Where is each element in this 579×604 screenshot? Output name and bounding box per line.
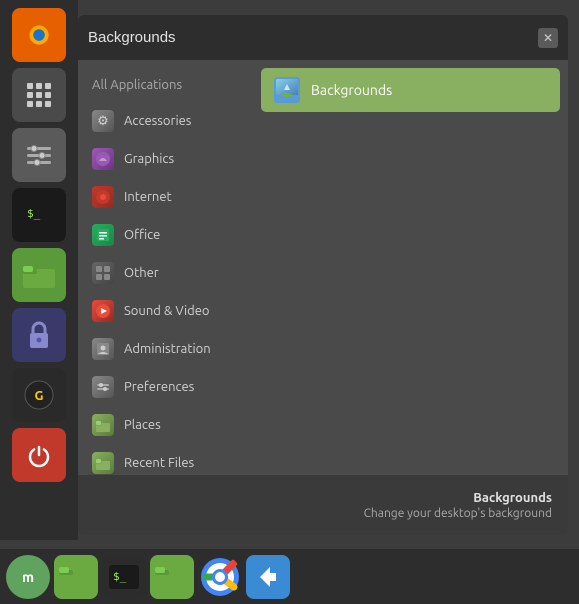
footer-title: Backgrounds [473, 491, 552, 505]
preferences-icon [92, 376, 114, 398]
category-all-applications[interactable]: All Applications [78, 68, 253, 102]
content-area: All Applications ⚙ Accessories Graphics [78, 60, 568, 475]
sidebar: $_ G [0, 0, 78, 540]
svg-text:m: m [22, 569, 34, 585]
office-icon [92, 224, 114, 246]
backgrounds-result-icon [273, 76, 301, 104]
category-accessories[interactable]: ⚙ Accessories [78, 102, 253, 140]
search-input[interactable]: Backgrounds [88, 29, 530, 46]
main-panel: Backgrounds ✕ All Applications ⚙ Accesso… [78, 15, 568, 535]
category-preferences[interactable]: Preferences [78, 368, 253, 406]
category-list: All Applications ⚙ Accessories Graphics [78, 60, 253, 475]
svg-text:$_: $_ [27, 207, 41, 220]
other-icon [92, 262, 114, 284]
category-internet[interactable]: Internet [78, 178, 253, 216]
taskbar-folder[interactable] [54, 555, 98, 599]
taskbar-arrow[interactable] [246, 555, 290, 599]
category-recent-files[interactable]: Recent Files [78, 444, 253, 475]
graphics-label: Graphics [124, 152, 174, 166]
accessories-icon: ⚙ [92, 110, 114, 132]
sidebar-icon-apps[interactable] [12, 68, 66, 122]
all-applications-label: All Applications [92, 78, 182, 92]
sound-video-icon [92, 300, 114, 322]
category-places[interactable]: Places [78, 406, 253, 444]
category-other[interactable]: Other [78, 254, 253, 292]
sidebar-icon-power[interactable] [12, 428, 66, 482]
footer: Backgrounds Change your desktop's backgr… [78, 475, 568, 535]
svg-text:$_: $_ [113, 570, 127, 583]
recent-files-icon [92, 452, 114, 474]
search-bar: Backgrounds ✕ [78, 15, 568, 60]
category-graphics[interactable]: Graphics [78, 140, 253, 178]
svg-text:G: G [35, 389, 44, 403]
sidebar-icon-terminal[interactable]: $_ [12, 188, 66, 242]
internet-label: Internet [124, 190, 172, 204]
administration-icon [92, 338, 114, 360]
places-icon [92, 414, 114, 436]
sidebar-icon-files[interactable] [12, 248, 66, 302]
taskbar-terminal[interactable]: $_ [102, 555, 146, 599]
taskbar-chrome[interactable] [198, 555, 242, 599]
office-label: Office [124, 228, 160, 242]
graphics-icon [92, 148, 114, 170]
sidebar-icon-lock[interactable] [12, 308, 66, 362]
search-clear-button[interactable]: ✕ [538, 28, 558, 48]
backgrounds-result-label: Backgrounds [311, 82, 392, 98]
results-panel: Backgrounds [253, 60, 568, 475]
category-office[interactable]: Office [78, 216, 253, 254]
sidebar-icon-grub[interactable]: G [12, 368, 66, 422]
preferences-label: Preferences [124, 380, 194, 394]
result-backgrounds[interactable]: Backgrounds [261, 68, 560, 112]
internet-icon [92, 186, 114, 208]
sound-video-label: Sound & Video [124, 304, 210, 318]
footer-description: Change your desktop's background [364, 507, 552, 520]
places-label: Places [124, 418, 161, 432]
taskbar: m $_ [0, 549, 579, 604]
sidebar-icon-control[interactable] [12, 128, 66, 182]
accessories-label: Accessories [124, 114, 191, 128]
category-sound-video[interactable]: Sound & Video [78, 292, 253, 330]
sidebar-icon-firefox[interactable] [12, 8, 66, 62]
category-administration[interactable]: Administration [78, 330, 253, 368]
taskbar-mint-menu[interactable]: m [6, 555, 50, 599]
administration-label: Administration [124, 342, 211, 356]
taskbar-files[interactable] [150, 555, 194, 599]
recent-files-label: Recent Files [124, 456, 194, 470]
other-label: Other [124, 266, 159, 280]
